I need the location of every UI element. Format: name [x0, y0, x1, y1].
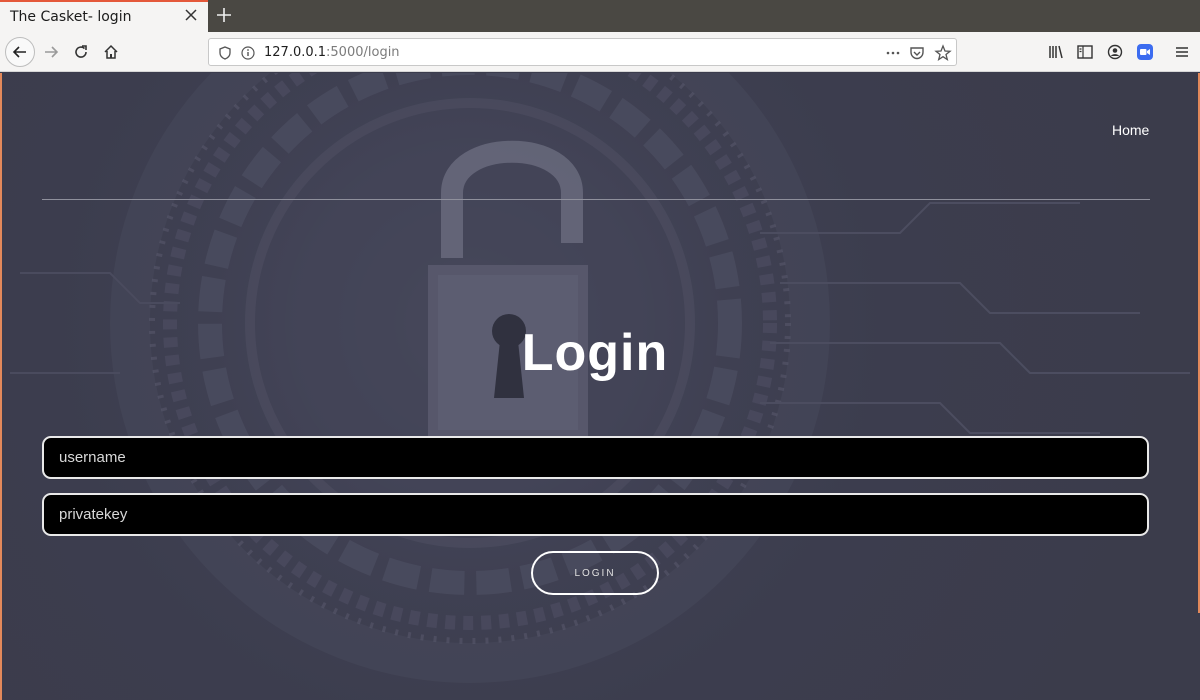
- reload-icon: [75, 45, 87, 58]
- forward-button[interactable]: [36, 37, 66, 67]
- reload-button[interactable]: [66, 37, 96, 67]
- home-button[interactable]: [96, 37, 126, 67]
- more-actions-icon[interactable]: [884, 44, 902, 62]
- menu-icon[interactable]: [1172, 42, 1192, 62]
- shield-icon[interactable]: [217, 45, 233, 61]
- navigation-toolbar: 127.0.0.1:5000/login: [0, 32, 1200, 72]
- library-icon[interactable]: [1046, 42, 1066, 62]
- url-host: 127.0.0.1: [264, 45, 327, 60]
- tab-title: The Casket- login: [10, 9, 132, 25]
- padlock-background-image: [10, 73, 1190, 683]
- url-bar[interactable]: 127.0.0.1:5000/login: [208, 38, 957, 66]
- new-tab-icon[interactable]: [214, 5, 234, 25]
- home-icon: [104, 44, 118, 59]
- sidebar-icon[interactable]: [1075, 42, 1095, 62]
- bookmark-star-icon[interactable]: [934, 44, 952, 62]
- tab-bar: The Casket- login: [0, 0, 1200, 32]
- info-icon[interactable]: [240, 45, 256, 61]
- username-input[interactable]: [42, 436, 1149, 479]
- arrow-left-icon: [12, 46, 26, 58]
- header-divider: [42, 199, 1150, 200]
- nav-home-link[interactable]: Home: [1112, 122, 1149, 138]
- arrow-right-icon: [45, 46, 59, 58]
- back-button[interactable]: [5, 37, 35, 67]
- browser-tab[interactable]: The Casket- login: [0, 0, 208, 32]
- close-tab-icon[interactable]: [182, 6, 200, 24]
- zoom-extension-icon[interactable]: [1135, 42, 1155, 62]
- url-path: :5000/login: [326, 45, 400, 60]
- page-content: Home Login LOGIN: [0, 73, 1200, 700]
- pocket-icon[interactable]: [908, 44, 926, 62]
- account-icon[interactable]: [1105, 42, 1125, 62]
- login-button[interactable]: LOGIN: [531, 551, 659, 595]
- url-text[interactable]: 127.0.0.1:5000/login: [264, 45, 400, 60]
- window-edge-left: [0, 73, 2, 700]
- privatekey-input[interactable]: [42, 493, 1149, 536]
- page-title: Login: [521, 324, 669, 382]
